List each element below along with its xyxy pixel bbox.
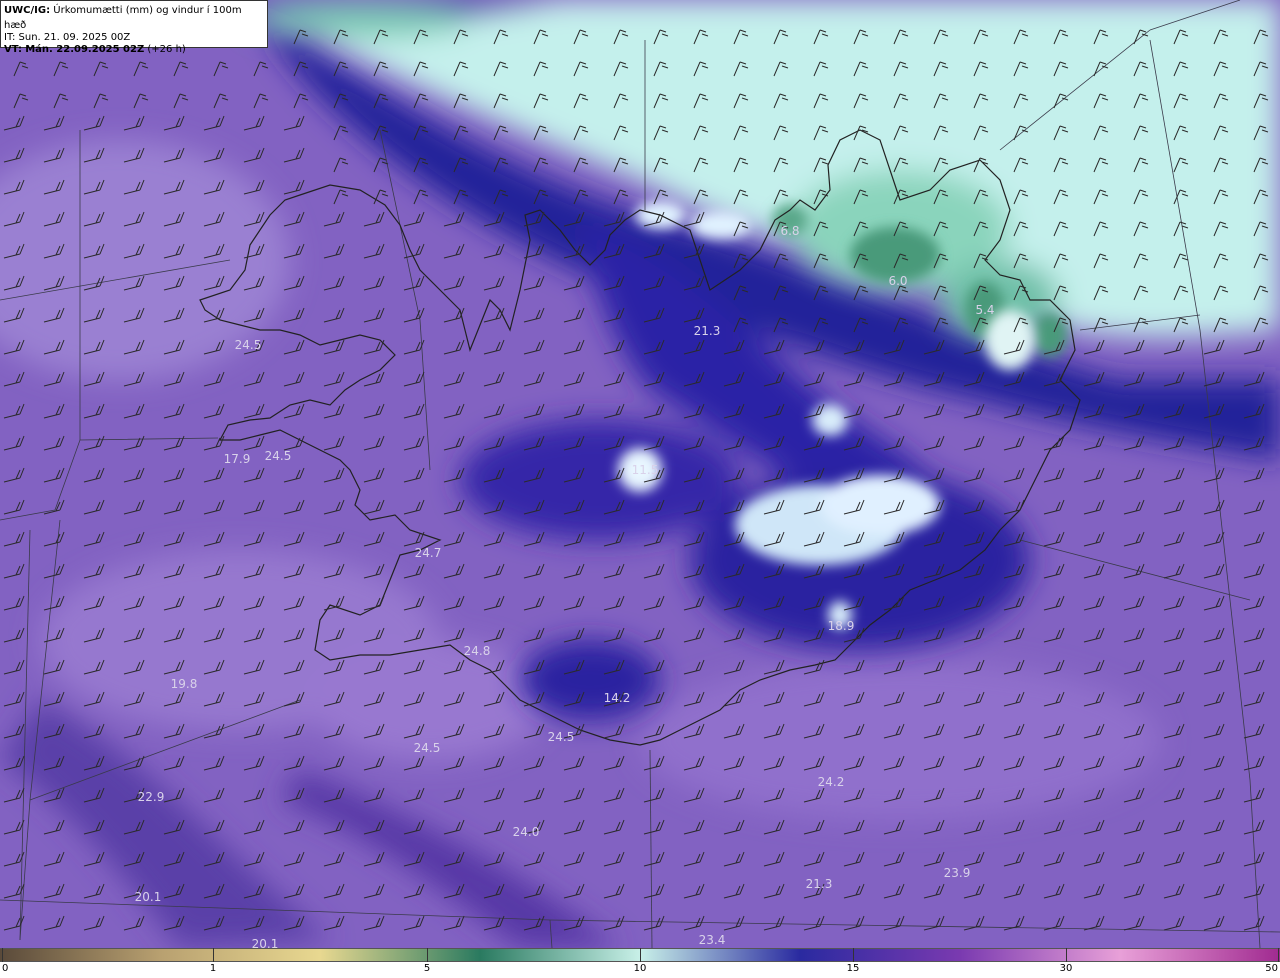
colorbar-tick-mark <box>1066 948 1067 962</box>
colorbar: 0 1 5 10 15 30 50 <box>0 948 1280 978</box>
colorbar-tick-label: 1 <box>209 963 217 974</box>
colorbar-tick-mark <box>2 948 3 962</box>
colorbar-tick-label: 50 <box>1265 963 1278 974</box>
colorbar-tick-label: 5 <box>423 963 431 974</box>
colorbar-tick-mark <box>853 948 854 962</box>
info-title-line: UWC/IG: Úrkomumætti (mm) og vindur í 100… <box>4 3 264 33</box>
colorbar-tick-mark <box>640 948 641 962</box>
info-vt-line: VT: Mán. 22.09.2025 02Z (+26 h) <box>4 42 264 57</box>
colorbar-tick-label: 30 <box>1059 963 1073 974</box>
colorbar-tick-label: 10 <box>633 963 647 974</box>
vt-value: Mán. 22.09.2025 02Z <box>25 44 145 55</box>
colorbar-tick-mark <box>213 948 214 962</box>
colorbar-tick-label: 0 <box>2 963 9 974</box>
colorbar-tick-label: 15 <box>846 963 860 974</box>
model-name: UWC/IG: <box>4 5 51 16</box>
vt-label: VT: <box>4 44 23 55</box>
colorbar-tick-mark <box>1278 948 1279 962</box>
weather-map: 6.8 6.0 5.4 21.3 24.5 17.9 24.5 11.5 24.7 18.9 24.… <box>0 0 1280 948</box>
vt-offset: (+26 h) <box>147 44 186 55</box>
colorbar-tick-mark <box>427 948 428 962</box>
map-info-box: UWC/IG: Úrkomumætti (mm) og vindur í 100… <box>0 0 268 55</box>
map-canvas <box>0 0 1280 948</box>
